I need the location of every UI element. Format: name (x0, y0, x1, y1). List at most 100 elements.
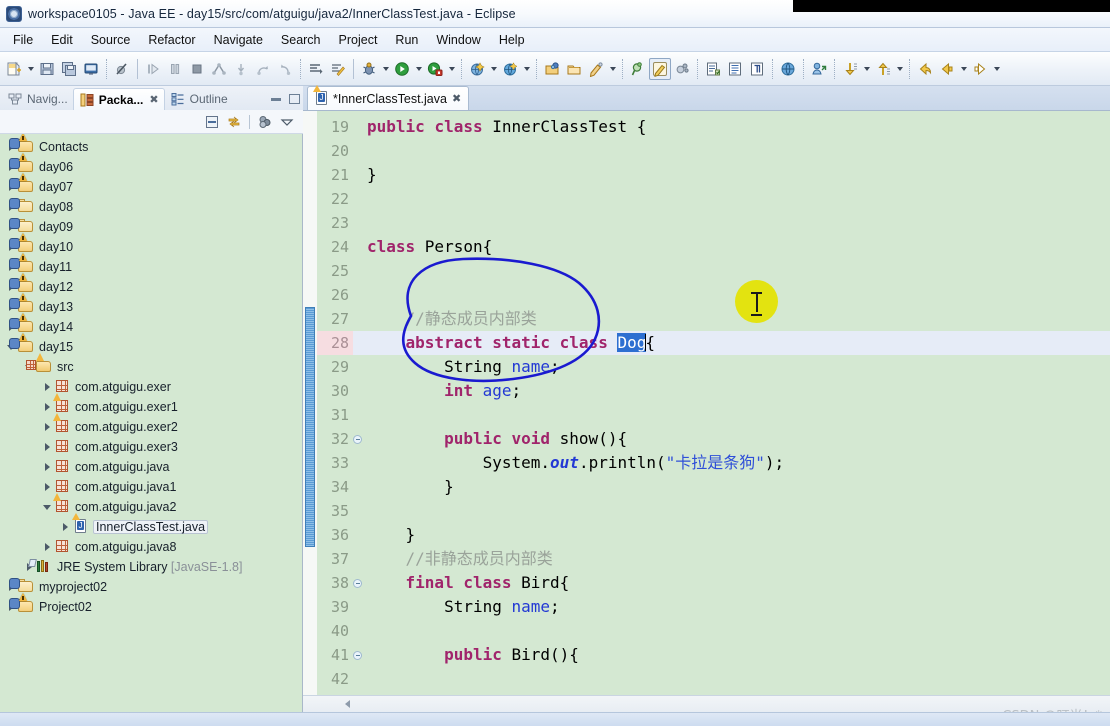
view-menu-icon[interactable] (277, 112, 297, 132)
save-all-icon[interactable] (58, 58, 80, 80)
tree-expander-icon[interactable] (58, 517, 72, 537)
chevron-down-icon[interactable] (991, 58, 1002, 80)
run-icon[interactable] (391, 58, 413, 80)
editor-tab-innerclasstest[interactable]: J *InnerClassTest.java ✖ (307, 86, 469, 110)
run-on-server-icon[interactable] (499, 58, 521, 80)
step-over-icon[interactable] (252, 58, 274, 80)
chevron-down-icon[interactable] (488, 58, 499, 80)
open-console-icon[interactable] (80, 58, 102, 80)
tree-item[interactable]: com.atguigu.exer (0, 377, 302, 397)
tree-item[interactable]: day12 (0, 277, 302, 297)
step-return-icon[interactable] (274, 58, 296, 80)
view-tab-packa[interactable]: Packa...✖ (73, 88, 165, 110)
coverage-icon[interactable] (424, 58, 446, 80)
tree-item[interactable]: Project02 (0, 597, 302, 617)
debug-icon[interactable] (358, 58, 380, 80)
tree-item[interactable]: com.atguigu.java2 (0, 497, 302, 517)
show-whitespace-icon[interactable] (746, 58, 768, 80)
tree-item[interactable]: com.atguigu.java1 (0, 477, 302, 497)
tree-item[interactable]: src (0, 357, 302, 377)
code-line[interactable] (353, 187, 1110, 211)
code-line[interactable]: public Bird(){ (353, 643, 1110, 667)
menu-item-help[interactable]: Help (490, 31, 534, 49)
menu-item-refactor[interactable]: Refactor (139, 31, 204, 49)
tree-item[interactable]: day14 (0, 317, 302, 337)
menu-item-edit[interactable]: Edit (42, 31, 82, 49)
close-icon[interactable]: ✖ (452, 92, 461, 105)
skip-breakpoints-icon[interactable] (111, 58, 133, 80)
tree-item[interactable]: com.atguigu.java8 (0, 537, 302, 557)
menu-item-search[interactable]: Search (272, 31, 330, 49)
menu-item-navigate[interactable]: Navigate (205, 31, 272, 49)
chevron-down-icon[interactable] (861, 58, 872, 80)
close-icon[interactable]: ✖ (149, 93, 158, 106)
maximize-view-button[interactable] (285, 88, 303, 110)
terminate-icon[interactable] (186, 58, 208, 80)
code-line[interactable]: } (353, 475, 1110, 499)
minimize-view-button[interactable] (267, 88, 285, 110)
tree-item[interactable]: day08 (0, 197, 302, 217)
back-icon[interactable] (936, 58, 958, 80)
forward-icon[interactable] (969, 58, 991, 80)
tree-item[interactable]: day15 (0, 337, 302, 357)
code-line[interactable]: } (353, 163, 1110, 187)
chevron-down-icon[interactable] (380, 58, 391, 80)
open-type-icon[interactable] (808, 58, 830, 80)
code-line[interactable]: //静态成员内部类 (353, 307, 1110, 331)
menu-item-project[interactable]: Project (330, 31, 387, 49)
tree-item[interactable]: com.atguigu.exer1 (0, 397, 302, 417)
link-with-editor-icon[interactable] (224, 112, 244, 132)
chevron-down-icon[interactable] (958, 58, 969, 80)
tree-item[interactable]: JRE System Library [JavaSE-1.8] (0, 557, 302, 577)
tree-expander-icon[interactable] (40, 497, 54, 517)
chevron-down-icon[interactable] (446, 58, 457, 80)
tree-expander-icon[interactable] (40, 437, 54, 457)
collapse-all-icon[interactable] (202, 112, 222, 132)
highlight-icon[interactable] (649, 58, 671, 80)
view-tab-outline[interactable]: Outline (165, 88, 233, 110)
tree-expander-icon[interactable] (40, 417, 54, 437)
tree-item[interactable]: day07 (0, 177, 302, 197)
step-into-icon[interactable] (230, 58, 252, 80)
open-task-icon[interactable] (702, 58, 724, 80)
tree-item[interactable]: com.atguigu.exer3 (0, 437, 302, 457)
tree-item[interactable]: day06 (0, 157, 302, 177)
code-line[interactable] (353, 283, 1110, 307)
code-line[interactable]: System.out.println("卡拉是条狗"); (353, 451, 1110, 475)
menu-item-file[interactable]: File (4, 31, 42, 49)
external-tools-icon[interactable] (466, 58, 488, 80)
code-editor[interactable]: 1920212223242526272829303132333435363738… (303, 111, 1110, 695)
search-icon[interactable] (627, 58, 649, 80)
code-line[interactable]: //非静态成员内部类 (353, 547, 1110, 571)
chevron-down-icon[interactable] (607, 58, 618, 80)
tree-expander-icon[interactable] (40, 537, 54, 557)
horizontal-scrollbar[interactable] (303, 695, 1110, 712)
code-line[interactable]: public class InnerClassTest { (353, 115, 1110, 139)
code-line[interactable]: class Person{ (353, 235, 1110, 259)
view-tab-navig[interactable]: Navig... (2, 88, 73, 110)
code-line[interactable]: String name; (353, 595, 1110, 619)
menu-item-run[interactable]: Run (386, 31, 427, 49)
code-text[interactable]: public class InnerClassTest { } class Pe… (353, 111, 1110, 695)
code-line[interactable]: public void show(){ (353, 427, 1110, 451)
chevron-down-icon[interactable] (413, 58, 424, 80)
menu-item-source[interactable]: Source (82, 31, 140, 49)
filters-icon[interactable] (255, 112, 275, 132)
tree-item[interactable]: day13 (0, 297, 302, 317)
tree-item[interactable]: JInnerClassTest.java (0, 517, 302, 537)
refresh-icon[interactable] (671, 58, 693, 80)
tree-item[interactable]: myproject02 (0, 577, 302, 597)
tree-expander-icon[interactable] (40, 377, 54, 397)
suspend-icon[interactable] (164, 58, 186, 80)
package-explorer-tree[interactable]: Contactsday06day07day08day09day10day11da… (0, 134, 303, 712)
save-icon[interactable] (36, 58, 58, 80)
next-annotation-icon[interactable] (305, 58, 327, 80)
code-line[interactable] (353, 403, 1110, 427)
open-web-browser-icon[interactable] (777, 58, 799, 80)
new-java-class-icon[interactable] (563, 58, 585, 80)
previous-edit-position-icon[interactable] (872, 58, 894, 80)
new-wizard-icon[interactable] (3, 58, 25, 80)
scroll-left-arrow[interactable] (339, 696, 355, 712)
chevron-down-icon[interactable] (521, 58, 532, 80)
code-line[interactable]: final class Bird{ (353, 571, 1110, 595)
